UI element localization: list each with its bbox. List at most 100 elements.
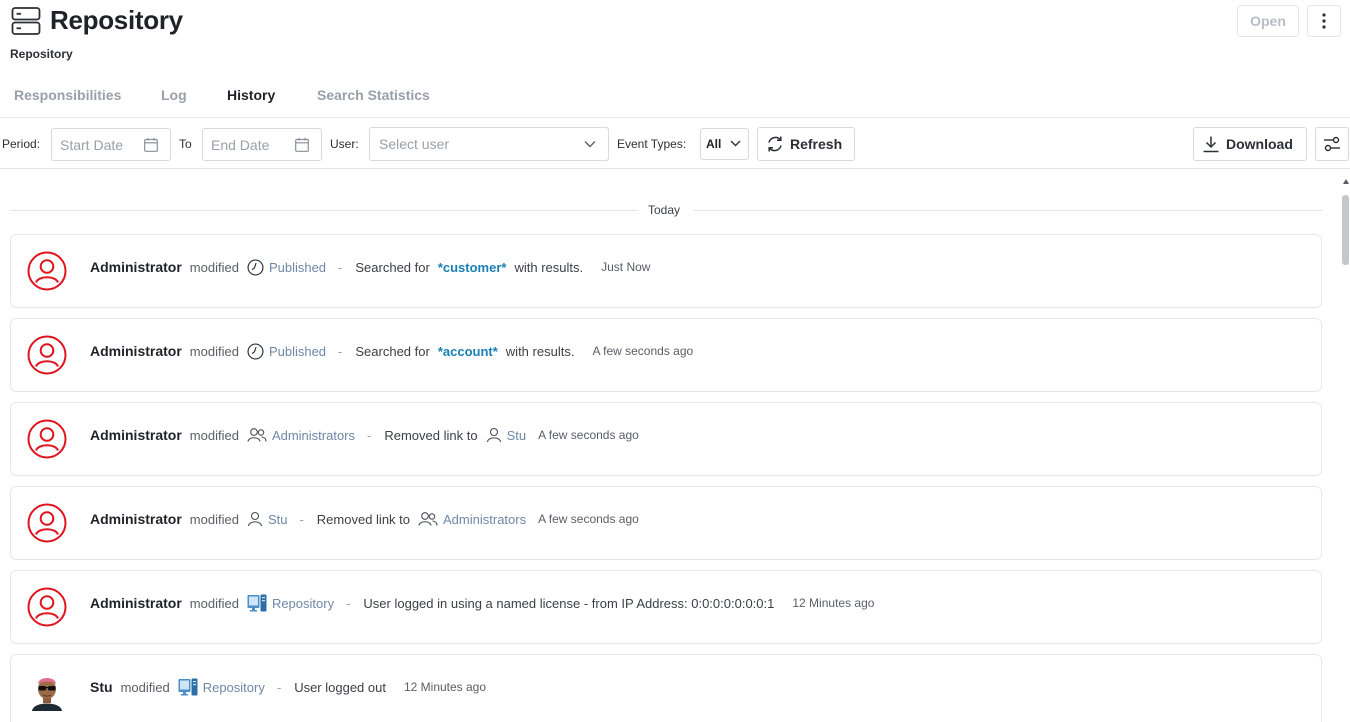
history-panel: Today Administrator modified Published -… bbox=[0, 170, 1350, 722]
user-select-placeholder: Select user bbox=[379, 136, 450, 152]
entry-user[interactable]: Administrator bbox=[90, 511, 182, 527]
entry-time: A few seconds ago bbox=[538, 428, 639, 442]
end-date-field[interactable] bbox=[202, 128, 322, 161]
more-vertical-icon bbox=[1322, 13, 1326, 29]
entry-description: Removed link to bbox=[384, 427, 478, 443]
entry-time: A few seconds ago bbox=[592, 344, 694, 358]
entry-description-tail: with results. bbox=[514, 259, 584, 275]
history-entry[interactable]: Administrator modified Published - Searc… bbox=[10, 318, 1322, 392]
chevron-down-icon bbox=[730, 140, 741, 147]
user-photo-avatar bbox=[27, 671, 67, 711]
entry-separator: - bbox=[346, 595, 351, 611]
entry-time: 12 Minutes ago bbox=[792, 596, 875, 610]
divider-right bbox=[694, 210, 1322, 211]
more-options-button[interactable] bbox=[1307, 5, 1341, 37]
users-icon bbox=[418, 511, 438, 527]
entry-object-link[interactable]: Stu bbox=[247, 511, 288, 527]
computer-icon bbox=[178, 678, 198, 696]
entry-user[interactable]: Administrator bbox=[90, 595, 182, 611]
entry-target-label: Administrators bbox=[443, 511, 527, 527]
entry-object-label: Stu bbox=[267, 511, 288, 527]
entry-separator: - bbox=[367, 427, 372, 443]
entry-object-link[interactable]: Administrators bbox=[247, 427, 355, 443]
entry-object-link[interactable]: Repository bbox=[178, 678, 265, 696]
clock-icon bbox=[247, 259, 264, 276]
entry-object-link[interactable]: Published bbox=[247, 343, 326, 360]
history-entry[interactable]: Administrator modified Stu - Removed lin… bbox=[10, 486, 1322, 560]
refresh-icon bbox=[768, 136, 782, 152]
entry-verb: modified bbox=[120, 679, 170, 695]
entry-verb: modified bbox=[189, 259, 239, 275]
download-button[interactable]: Download bbox=[1193, 127, 1307, 161]
entry-separator: - bbox=[338, 259, 343, 275]
entry-verb: modified bbox=[189, 343, 239, 359]
entry-search-term: *account* bbox=[437, 343, 498, 359]
entry-time: Just Now bbox=[601, 260, 651, 274]
user-circle-icon bbox=[27, 419, 67, 459]
tab-search-statistics[interactable]: Search Statistics bbox=[317, 87, 430, 103]
filter-toolbar: Period: To User: Select user Event Types… bbox=[0, 119, 1350, 169]
history-entry[interactable]: Administrator modified Published - Searc… bbox=[10, 234, 1322, 308]
clock-icon bbox=[247, 343, 264, 360]
event-types-select[interactable]: All bbox=[700, 128, 749, 160]
entry-object-link[interactable]: Published bbox=[247, 259, 326, 276]
server-icon bbox=[11, 7, 41, 35]
scroll-up-arrow[interactable] bbox=[1343, 179, 1349, 184]
entry-target-link[interactable]: Administrators bbox=[418, 511, 526, 527]
chevron-down-icon bbox=[584, 141, 596, 148]
entry-user[interactable]: Administrator bbox=[90, 259, 182, 275]
tab-bar: Responsibilities Log History Search Stat… bbox=[0, 80, 1350, 118]
user-circle-icon bbox=[27, 251, 67, 291]
entry-verb: modified bbox=[189, 427, 239, 443]
user-label: User: bbox=[330, 137, 359, 151]
entry-object-label: Published bbox=[268, 343, 327, 359]
filter-settings-button[interactable] bbox=[1315, 127, 1349, 161]
calendar-icon bbox=[144, 138, 158, 152]
entry-verb: modified bbox=[189, 595, 239, 611]
user-select[interactable]: Select user bbox=[369, 127, 609, 161]
entry-object-label: Repository bbox=[271, 595, 335, 611]
sliders-icon bbox=[1324, 136, 1340, 152]
entry-time: 12 Minutes ago bbox=[403, 680, 487, 694]
scrollbar-thumb[interactable] bbox=[1342, 195, 1349, 265]
calendar-icon bbox=[295, 138, 309, 152]
start-date-field[interactable] bbox=[51, 128, 171, 161]
entry-separator: - bbox=[299, 511, 304, 527]
entry-object-label: Repository bbox=[202, 679, 265, 695]
tab-log[interactable]: Log bbox=[161, 87, 187, 103]
page-subtitle: Repository bbox=[10, 47, 73, 61]
date-group-label: Today bbox=[648, 203, 681, 217]
user-icon bbox=[486, 427, 502, 443]
refresh-label: Refresh bbox=[790, 136, 843, 152]
entry-description: Searched for bbox=[355, 343, 430, 359]
page-title: Repository bbox=[50, 5, 183, 35]
entry-object-link[interactable]: Repository bbox=[247, 594, 334, 612]
tab-history[interactable]: History bbox=[227, 87, 275, 103]
entry-user[interactable]: Administrator bbox=[90, 427, 182, 443]
divider-left bbox=[10, 210, 638, 211]
entry-object-label: Administrators bbox=[271, 427, 356, 443]
history-entry[interactable]: Administrator modified Repository - User… bbox=[10, 570, 1322, 644]
refresh-button[interactable]: Refresh bbox=[757, 127, 855, 161]
open-button[interactable]: Open bbox=[1237, 5, 1299, 37]
user-circle-icon bbox=[27, 587, 67, 627]
history-entry[interactable]: Administrator modified Administrators - … bbox=[10, 402, 1322, 476]
tab-responsibilities[interactable]: Responsibilities bbox=[14, 87, 121, 103]
entry-description: Searched for bbox=[355, 259, 430, 275]
event-types-value: All bbox=[706, 137, 722, 151]
event-types-label: Event Types: bbox=[617, 137, 687, 151]
entry-description: User logged out bbox=[294, 679, 386, 695]
entry-user[interactable]: Stu bbox=[90, 679, 113, 695]
computer-icon bbox=[247, 594, 267, 612]
entry-target-label: Stu bbox=[506, 427, 527, 443]
entry-search-term: *customer* bbox=[437, 259, 507, 275]
entry-separator: - bbox=[276, 679, 282, 695]
users-icon bbox=[247, 427, 267, 443]
download-icon bbox=[1203, 136, 1219, 153]
entry-description: User logged in using a named license - f… bbox=[363, 595, 775, 611]
to-label: To bbox=[179, 137, 192, 151]
entry-user[interactable]: Administrator bbox=[90, 343, 182, 359]
entry-description-tail: with results. bbox=[505, 343, 575, 359]
history-entry[interactable]: Stu modified Repository - User logged ou… bbox=[10, 654, 1322, 722]
entry-target-link[interactable]: Stu bbox=[486, 427, 527, 443]
